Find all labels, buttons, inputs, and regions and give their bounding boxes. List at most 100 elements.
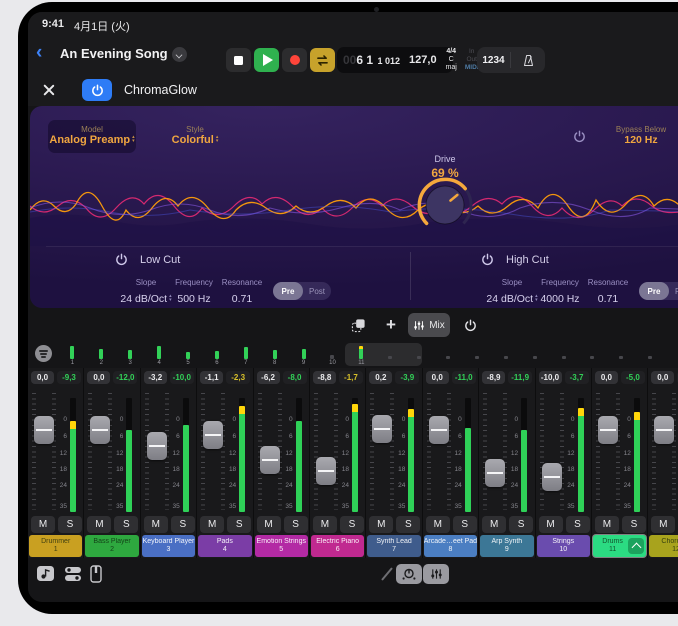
bridge-slot[interactable]: 5 <box>174 344 203 368</box>
plugins-icon[interactable] <box>63 564 83 584</box>
fader-handle[interactable] <box>90 416 110 444</box>
volume-value[interactable]: 0,0 <box>651 371 674 384</box>
plugin-power-button[interactable] <box>82 79 112 101</box>
track-label[interactable]: Arcade…eet Pad8 <box>424 535 477 557</box>
style-selector[interactable]: Style Colorful <box>155 125 235 146</box>
mute-button[interactable]: M <box>144 516 168 533</box>
track-label[interactable]: Drummer1 <box>29 535 82 557</box>
track-label[interactable]: Electric Piano6 <box>311 535 364 557</box>
collapse-chevron-button[interactable] <box>628 538 644 554</box>
keyboard-icon[interactable] <box>86 564 106 584</box>
post-segment[interactable]: Post <box>303 287 331 296</box>
fader-handle[interactable] <box>203 421 223 449</box>
bridge-slot[interactable] <box>405 344 434 368</box>
fader-handle[interactable] <box>598 416 618 444</box>
fader-handle[interactable] <box>485 459 505 487</box>
song-title[interactable]: An Evening Song <box>60 46 168 61</box>
bridge-slot[interactable] <box>491 344 520 368</box>
volume-value[interactable]: -6,2 <box>257 371 280 384</box>
volume-value[interactable]: 0,2 <box>369 371 392 384</box>
solo-button[interactable]: S <box>284 516 308 533</box>
high-cut-frequency[interactable]: Frequency 4000 Hz <box>532 278 588 307</box>
track-label[interactable]: Pads4 <box>198 535 251 557</box>
track-label[interactable]: Bass Player2 <box>85 535 138 557</box>
cycle-button[interactable] <box>310 48 335 72</box>
track-label[interactable]: Keyboard Player3 <box>142 535 195 557</box>
bridge-slot[interactable] <box>636 344 665 368</box>
bridge-slot[interactable]: 1 <box>58 344 87 368</box>
volume-value[interactable]: -3,2 <box>144 371 167 384</box>
mute-button[interactable]: M <box>651 516 675 533</box>
bridge-slot[interactable]: 9 <box>289 344 318 368</box>
meter-bridge-slots[interactable]: 1234567891011 <box>58 344 678 368</box>
volume-value[interactable]: -1,1 <box>200 371 223 384</box>
volume-value[interactable]: 0,0 <box>426 371 449 384</box>
solo-button[interactable]: S <box>453 516 477 533</box>
bypass-power-icon[interactable] <box>573 130 586 143</box>
channel-filter-icon[interactable] <box>35 345 52 362</box>
loop-browser-icon[interactable] <box>36 564 56 584</box>
volume-value[interactable]: 0,0 <box>595 371 618 384</box>
solo-button[interactable]: S <box>396 516 420 533</box>
mute-button[interactable]: M <box>257 516 281 533</box>
metronome-button[interactable] <box>511 54 545 67</box>
bridge-slot[interactable] <box>578 344 607 368</box>
low-cut-frequency[interactable]: Frequency 500 Hz <box>166 278 222 307</box>
fader-handle[interactable] <box>260 446 280 474</box>
bridge-slot[interactable] <box>520 344 549 368</box>
play-button[interactable] <box>254 48 279 72</box>
close-icon[interactable] <box>40 81 58 99</box>
high-cut-prepost-toggle[interactable]: Pre Post <box>639 282 678 300</box>
track-label[interactable]: Strings10 <box>537 535 590 557</box>
back-chevron-icon[interactable]: ‹ <box>36 42 54 64</box>
solo-button[interactable]: S <box>114 516 138 533</box>
mute-button[interactable]: M <box>87 516 111 533</box>
bridge-slot[interactable]: 4 <box>145 344 174 368</box>
bridge-slot[interactable]: 10 <box>318 344 347 368</box>
fader-handle[interactable] <box>542 463 562 491</box>
volume-value[interactable]: -8,8 <box>313 371 336 384</box>
volume-value[interactable]: -10,0 <box>539 371 562 384</box>
add-track-button[interactable]: + <box>378 313 404 337</box>
model-selector[interactable]: Model Analog Preamp <box>48 120 136 153</box>
count-in-button[interactable]: 1234 <box>477 55 510 66</box>
low-cut-prepost-toggle[interactable]: Pre Post <box>273 282 331 300</box>
mute-button[interactable]: M <box>31 516 55 533</box>
bridge-slot[interactable]: 11 <box>347 344 376 368</box>
post-segment[interactable]: Post <box>669 287 678 296</box>
cycle-section-button[interactable] <box>345 313 371 337</box>
bridge-slot[interactable] <box>607 344 636 368</box>
mix-button[interactable]: Mix <box>408 313 450 337</box>
track-label[interactable]: Arp Synth9 <box>480 535 533 557</box>
fader-handle[interactable] <box>654 416 674 444</box>
track-label[interactable]: Drums11 <box>593 535 646 557</box>
fader-handle[interactable] <box>316 457 336 485</box>
stop-button[interactable] <box>226 48 251 72</box>
drive-knob[interactable] <box>416 176 474 234</box>
mute-button[interactable]: M <box>426 516 450 533</box>
bridge-slot[interactable]: 8 <box>260 344 289 368</box>
mute-button[interactable]: M <box>539 516 563 533</box>
solo-button[interactable]: S <box>58 516 82 533</box>
pre-segment[interactable]: Pre <box>639 282 669 300</box>
lcd-display[interactable]: 006 1 1 012 127,0 4/4 C maj In Out MIDI <box>337 47 453 73</box>
mute-button[interactable]: M <box>313 516 337 533</box>
solo-button[interactable]: S <box>227 516 251 533</box>
bridge-slot[interactable]: 7 <box>231 344 260 368</box>
bridge-slot[interactable]: 3 <box>116 344 145 368</box>
low-cut-resonance[interactable]: Resonance 0.71 <box>216 278 268 307</box>
high-cut-resonance[interactable]: Resonance 0.71 <box>582 278 634 307</box>
mute-button[interactable]: M <box>369 516 393 533</box>
volume-value[interactable]: 0,0 <box>31 371 54 384</box>
solo-button[interactable]: S <box>622 516 646 533</box>
bypass-below-control[interactable]: Bypass Below 120 Hz <box>595 125 678 146</box>
record-button[interactable] <box>282 48 307 72</box>
solo-button[interactable]: S <box>171 516 195 533</box>
track-label[interactable]: Synth Lead7 <box>367 535 420 557</box>
fader-handle[interactable] <box>34 416 54 444</box>
bridge-slot[interactable] <box>549 344 578 368</box>
fader-handle[interactable] <box>147 432 167 460</box>
fader-handle[interactable] <box>372 415 392 443</box>
bridge-slot[interactable] <box>434 344 463 368</box>
controls-view-button[interactable] <box>396 564 422 584</box>
